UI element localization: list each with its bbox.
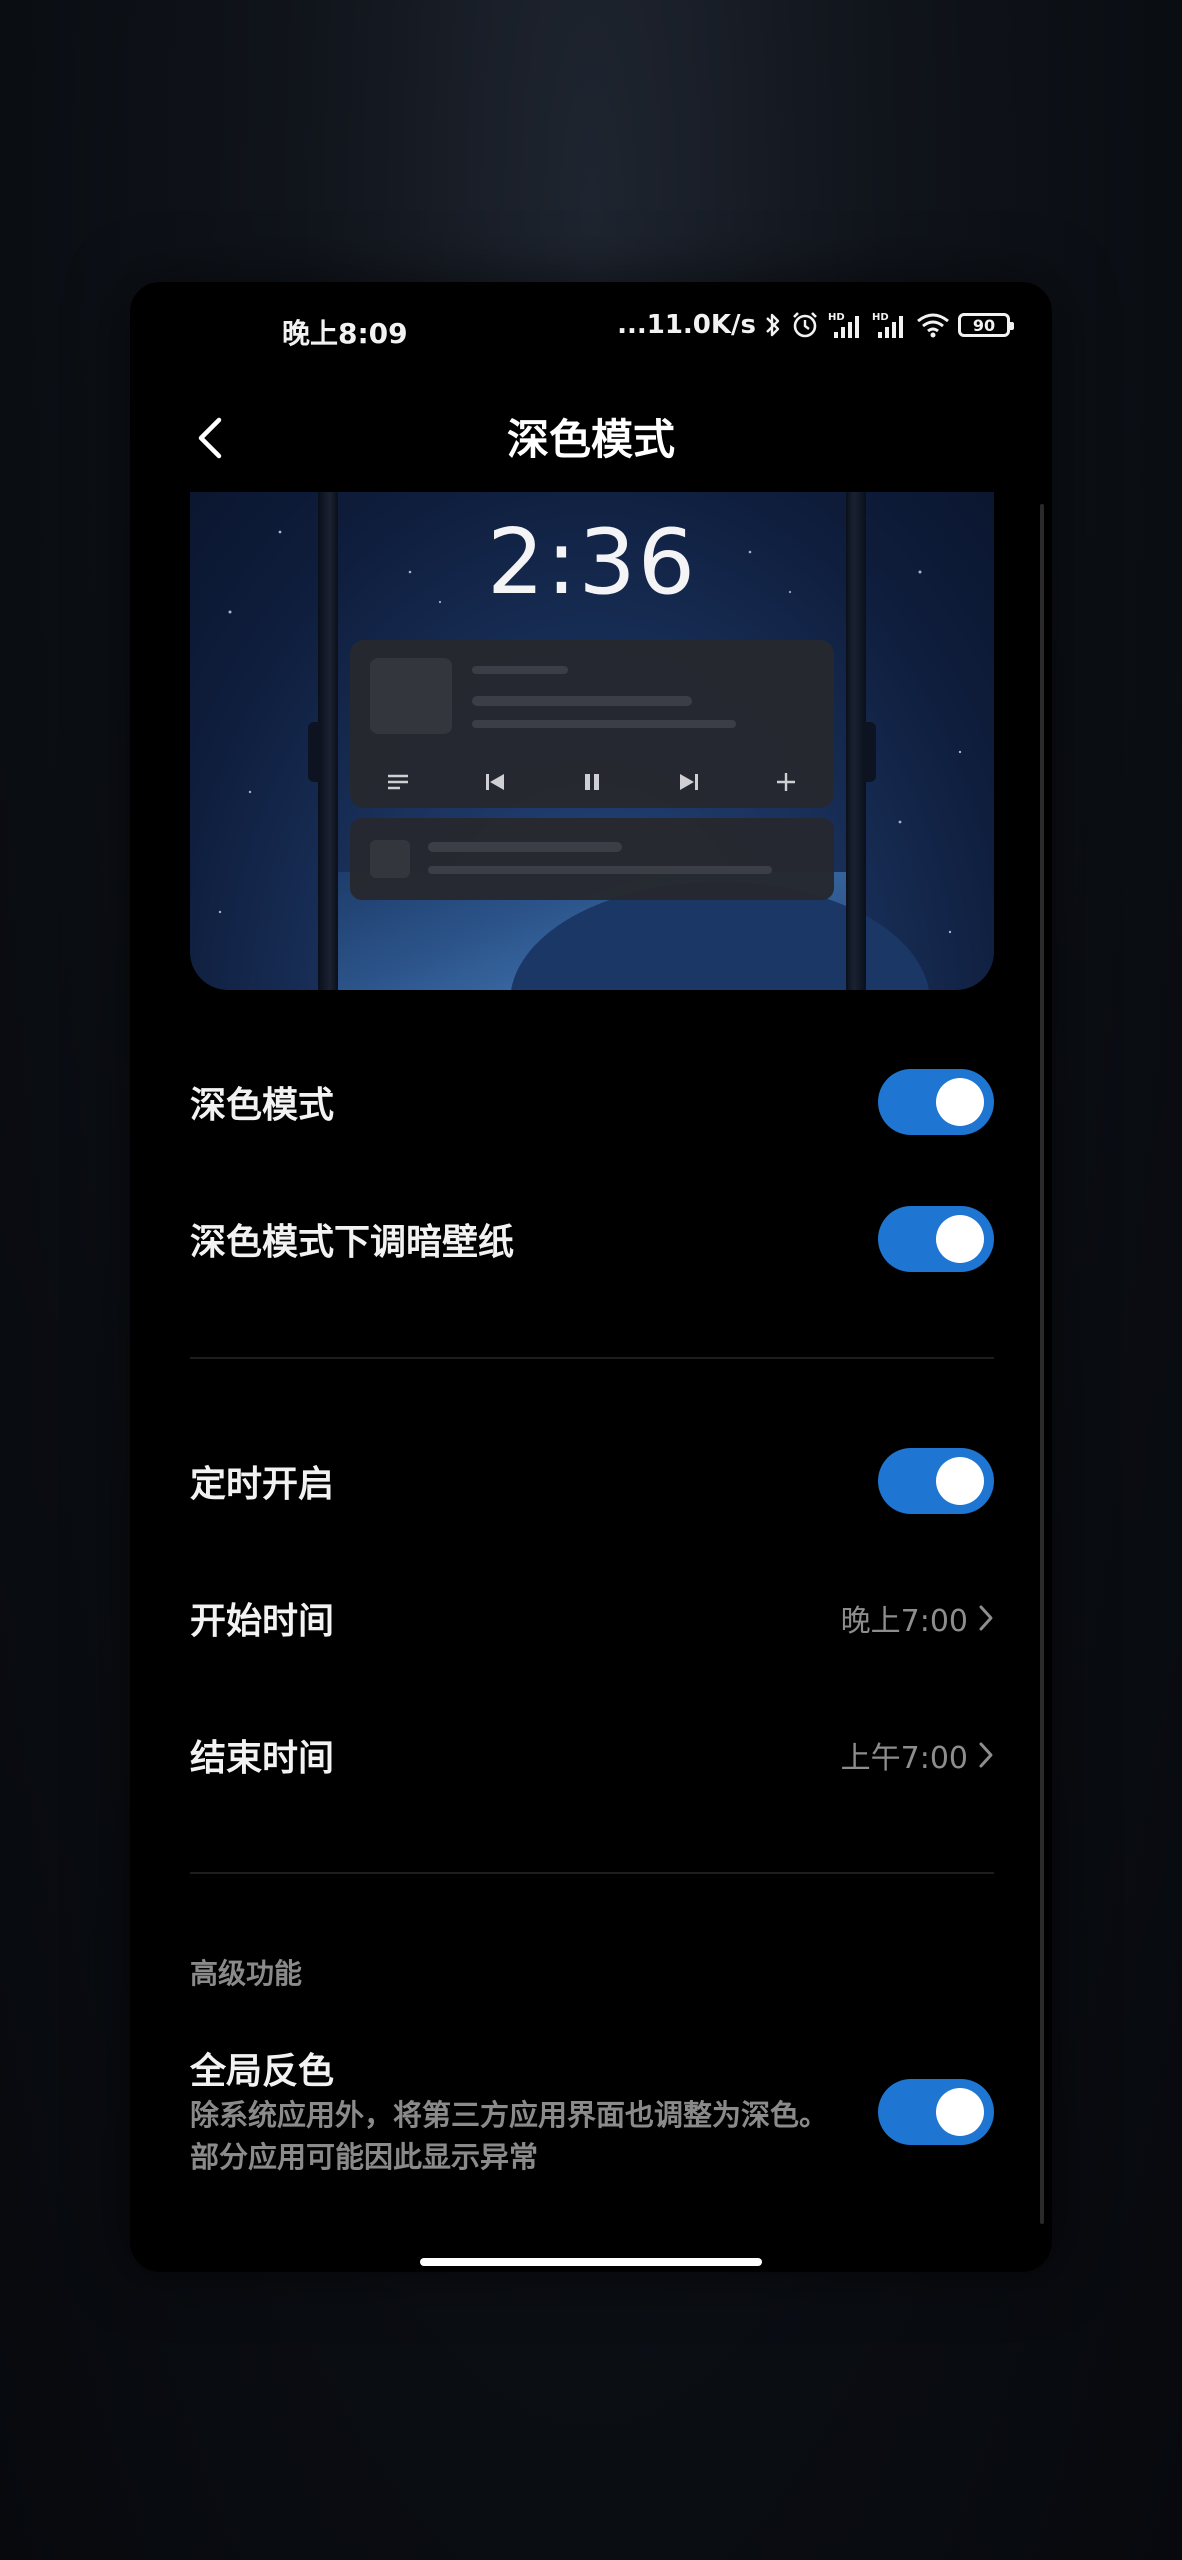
header: 深色模式	[130, 382, 1052, 502]
alarm-icon	[790, 310, 820, 340]
dark-mode-toggle[interactable]	[878, 1069, 994, 1135]
status-bar: 晚上8:09 ...11.0K/s HD HD 90	[130, 282, 1052, 382]
setting-dim-wallpaper[interactable]: 深色模式下调暗壁纸	[190, 1179, 994, 1299]
time-value: 晚上7:00	[840, 1604, 968, 1639]
setting-label: 深色模式下调暗壁纸	[190, 1222, 515, 1263]
phone-screen: 晚上8:09 ...11.0K/s HD HD 90 深色模式 2:36 深色模…	[130, 282, 1052, 2272]
page-title: 深色模式	[506, 415, 675, 464]
plus-icon	[766, 762, 806, 802]
placeholder-line	[428, 842, 622, 852]
toggle-knob	[936, 1078, 984, 1126]
signal-hd-icon: HD	[872, 310, 908, 340]
media-controls	[350, 760, 834, 804]
svg-text:HD: HD	[828, 312, 845, 323]
svg-text:HD: HD	[872, 312, 889, 323]
placeholder-line	[472, 696, 692, 706]
next-icon	[669, 762, 709, 802]
notification-icon-placeholder	[370, 840, 410, 878]
setting-label: 结束时间	[190, 1738, 335, 1779]
placeholder-line	[472, 666, 568, 674]
setting-scheduled[interactable]: 定时开启	[190, 1421, 994, 1541]
phone-button-right	[864, 722, 876, 782]
media-notification-card	[350, 640, 834, 808]
notification-card	[350, 818, 834, 900]
setting-label: 定时开启	[190, 1464, 335, 1505]
toggle-knob	[936, 1215, 984, 1263]
toggle-knob	[936, 2088, 984, 2136]
pause-icon	[572, 762, 612, 802]
playlist-icon	[378, 762, 418, 802]
global-invert-toggle[interactable]	[878, 2079, 994, 2145]
end-time-value: 上午7:00	[841, 1733, 994, 1777]
section-header-advanced: 高级功能	[190, 1957, 303, 1990]
network-speed: ...11.0K/s	[617, 310, 756, 340]
lock-screen-time: 2:36	[486, 510, 698, 615]
signal-hd-icon: HD	[828, 310, 864, 340]
chevron-right-icon	[979, 1742, 993, 1768]
chevron-right-icon	[979, 1605, 993, 1631]
setting-label: 深色模式	[190, 1085, 335, 1126]
status-time: 晚上8:09	[282, 317, 408, 350]
status-icons: ...11.0K/s HD HD 90	[617, 310, 1014, 340]
setting-label: 全局反色	[190, 2051, 335, 2092]
setting-dark-mode[interactable]: 深色模式	[190, 1042, 994, 1162]
scrollbar[interactable]	[1040, 504, 1044, 2224]
scheduled-toggle[interactable]	[878, 1448, 994, 1514]
dark-mode-preview: 2:36	[190, 492, 994, 990]
previous-icon	[475, 762, 515, 802]
dim-wallpaper-toggle[interactable]	[878, 1206, 994, 1272]
home-indicator[interactable]	[420, 2258, 762, 2266]
setting-label: 开始时间	[190, 1601, 335, 1642]
setting-description: 除系统应用外，将第三方应用界面也调整为深色。部分应用可能因此显示异常	[190, 2098, 829, 2174]
battery-icon: 90	[958, 313, 1014, 337]
wifi-icon	[916, 311, 950, 339]
placeholder-line	[428, 866, 772, 874]
divider	[190, 1872, 994, 1874]
time-value: 上午7:00	[840, 1741, 968, 1776]
start-time-value: 晚上7:00	[841, 1596, 994, 1640]
placeholder-line	[472, 720, 736, 728]
setting-global-invert[interactable]: 全局反色 除系统应用外，将第三方应用界面也调整为深色。部分应用可能因此显示异常	[190, 2042, 994, 2192]
bluetooth-icon	[764, 311, 782, 339]
setting-start-time[interactable]: 开始时间 晚上7:00	[190, 1558, 994, 1678]
phone-button-left	[308, 722, 320, 782]
setting-end-time[interactable]: 结束时间 上午7:00	[190, 1695, 994, 1815]
album-art-placeholder	[370, 658, 452, 734]
divider	[190, 1357, 994, 1359]
toggle-knob	[936, 1457, 984, 1505]
